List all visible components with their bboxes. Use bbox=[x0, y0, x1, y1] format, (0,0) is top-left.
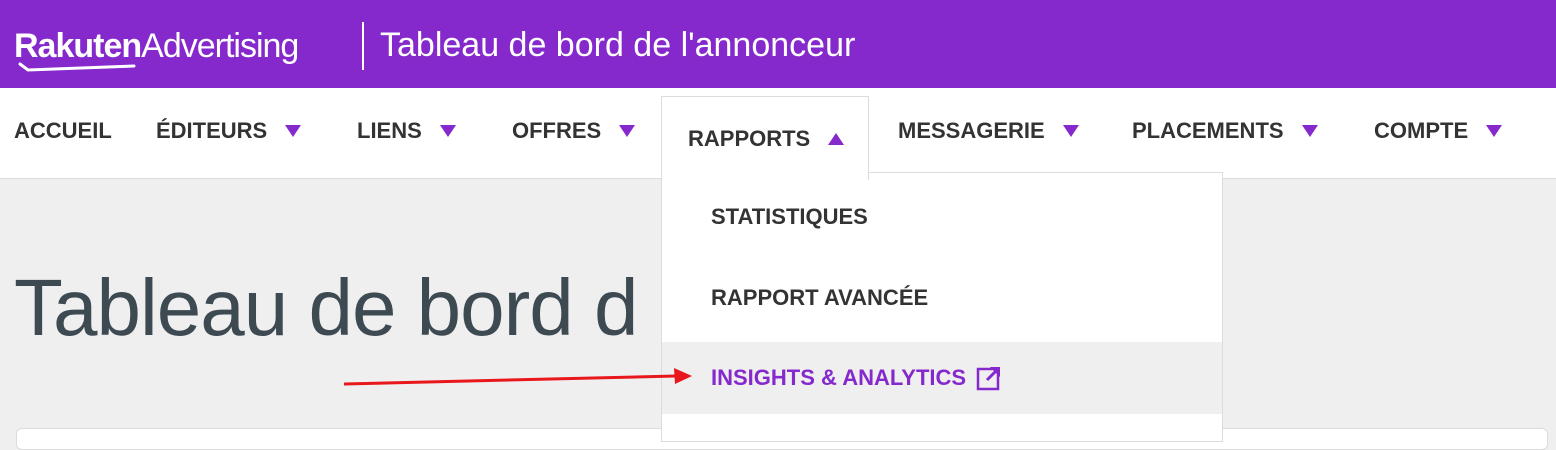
caret-down-icon bbox=[439, 125, 456, 137]
nav-item-label: RAPPORTS bbox=[688, 125, 811, 151]
nav-item-label: ÉDITEURS bbox=[156, 118, 268, 143]
page-title: Tableau de bord d bbox=[14, 263, 639, 352]
nav-item-rapports[interactable]: RAPPORTS bbox=[661, 96, 869, 180]
menu-item-label: STATISTIQUES bbox=[711, 204, 868, 229]
caret-down-icon bbox=[285, 125, 302, 137]
external-link-icon bbox=[976, 366, 1001, 391]
caret-down-icon bbox=[1301, 125, 1318, 137]
nav-item-label: LIENS bbox=[357, 118, 422, 143]
menu-item-insights-analytics[interactable]: INSIGHTS & ANALYTICS bbox=[662, 342, 1222, 414]
nav-item-compte[interactable]: COMPTE bbox=[1374, 88, 1503, 174]
nav-item-accueil[interactable]: ACCUEIL bbox=[14, 88, 112, 174]
main-nav: ACCUEIL ÉDITEURS LIENS OFFRES RAPPORTS M… bbox=[0, 88, 1556, 180]
nav-item-label: MESSAGERIE bbox=[898, 118, 1045, 143]
nav-item-label: PLACEMENTS bbox=[1132, 118, 1284, 143]
top-header: RakutenAdvertising Tableau de bord de l'… bbox=[0, 0, 1556, 88]
brand-bold: Rakuten bbox=[14, 27, 142, 65]
nav-item-messagerie[interactable]: MESSAGERIE bbox=[898, 88, 1079, 174]
nav-item-label: ACCUEIL bbox=[14, 118, 112, 143]
nav-item-placements[interactable]: PLACEMENTS bbox=[1132, 88, 1318, 174]
brand-light: Advertising bbox=[141, 27, 299, 65]
logo-swoosh-icon bbox=[18, 62, 136, 72]
menu-item-rapport-avancee[interactable]: RAPPORT AVANCÉE bbox=[662, 262, 1222, 334]
caret-down-icon bbox=[1062, 125, 1079, 137]
menu-item-label: INSIGHTS & ANALYTICS bbox=[711, 365, 967, 390]
header-divider bbox=[362, 22, 364, 70]
nav-item-editeurs[interactable]: ÉDITEURS bbox=[156, 88, 302, 174]
nav-item-offres[interactable]: OFFRES bbox=[512, 88, 636, 174]
rakuten-advertising-logo[interactable]: RakutenAdvertising bbox=[14, 24, 299, 72]
caret-up-icon bbox=[828, 132, 845, 145]
nav-item-label: COMPTE bbox=[1374, 118, 1469, 143]
rapports-dropdown-menu: STATISTIQUES RAPPORT AVANCÉE INSIGHTS & … bbox=[661, 172, 1223, 442]
nav-item-label: OFFRES bbox=[512, 118, 602, 143]
caret-down-icon bbox=[619, 125, 636, 137]
caret-down-icon bbox=[1486, 125, 1503, 137]
menu-item-statistiques[interactable]: STATISTIQUES bbox=[662, 181, 1222, 253]
menu-item-label: RAPPORT AVANCÉE bbox=[711, 285, 929, 310]
nav-item-liens[interactable]: LIENS bbox=[357, 88, 456, 174]
app-title: Tableau de bord de l'annonceur bbox=[380, 26, 856, 64]
